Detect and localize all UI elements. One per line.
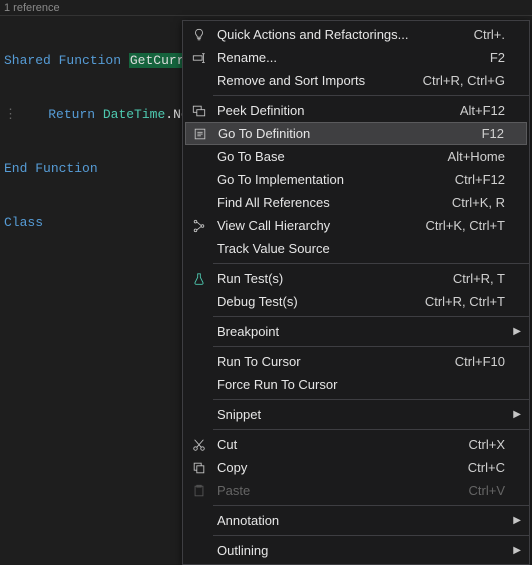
menu-view-call-hierarchy[interactable]: View Call Hierarchy Ctrl+K, Ctrl+T [183,214,529,237]
menu-copy[interactable]: Copy Ctrl+C [183,456,529,479]
menu-annotation[interactable]: Annotation ▶ [183,509,529,532]
menu-shortcut: Ctrl+R, Ctrl+T [413,294,505,309]
menu-run-to-cursor[interactable]: Run To Cursor Ctrl+F10 [183,350,529,373]
menu-label: Track Value Source [211,241,505,256]
menu-force-run-to-cursor[interactable]: Force Run To Cursor [183,373,529,396]
menu-label: Annotation [211,513,505,528]
menu-label: Run Test(s) [211,271,441,286]
menu-label: Run To Cursor [211,354,443,369]
lightbulb-icon [187,28,211,42]
menu-track-value-source[interactable]: Track Value Source [183,237,529,260]
peek-icon [187,104,211,118]
menu-label: Force Run To Cursor [211,377,505,392]
menu-label: Go To Base [211,149,436,164]
menu-shortcut: Ctrl+. [462,27,505,42]
copy-icon [187,461,211,475]
submenu-arrow-icon: ▶ [513,326,521,337]
scissors-icon [187,438,211,452]
menu-outlining[interactable]: Outlining ▶ [183,539,529,562]
submenu-arrow-icon: ▶ [513,545,521,556]
menu-separator [213,535,529,536]
paste-icon [187,484,211,498]
menu-peek-definition[interactable]: Peek Definition Alt+F12 [183,99,529,122]
menu-cut[interactable]: Cut Ctrl+X [183,433,529,456]
menu-shortcut: Ctrl+R, Ctrl+G [411,73,505,88]
menu-shortcut: Ctrl+V [457,483,505,498]
menu-label: Snippet [211,407,505,422]
menu-goto-base[interactable]: Go To Base Alt+Home [183,145,529,168]
context-menu: Quick Actions and Refactorings... Ctrl+.… [182,20,530,565]
menu-separator [213,399,529,400]
menu-label: Rename... [211,50,478,65]
codelens-references[interactable]: 1 reference [0,0,532,16]
code-editor[interactable]: 1 reference Shared Function GetCurrentDa… [0,0,532,535]
submenu-arrow-icon: ▶ [513,409,521,420]
menu-find-all-references[interactable]: Find All References Ctrl+K, R [183,191,529,214]
menu-shortcut: Ctrl+X [457,437,505,452]
menu-separator [213,505,529,506]
menu-label: Peek Definition [211,103,448,118]
menu-snippet[interactable]: Snippet ▶ [183,403,529,426]
beaker-icon [187,272,211,286]
menu-label: Remove and Sort Imports [211,73,411,88]
submenu-arrow-icon: ▶ [513,515,521,526]
menu-goto-implementation[interactable]: Go To Implementation Ctrl+F12 [183,168,529,191]
menu-separator [213,263,529,264]
menu-label: Go To Implementation [211,172,443,187]
menu-label: Quick Actions and Refactorings... [211,27,462,42]
menu-breakpoint[interactable]: Breakpoint ▶ [183,320,529,343]
menu-label: Outlining [211,543,505,558]
menu-label: Copy [211,460,456,475]
menu-shortcut: Alt+Home [436,149,505,164]
menu-shortcut: Ctrl+K, R [440,195,505,210]
menu-label: Cut [211,437,457,452]
menu-separator [213,346,529,347]
menu-shortcut: Ctrl+F12 [443,172,505,187]
menu-rename[interactable]: Rename... F2 [183,46,529,69]
menu-label: Go To Definition [212,126,470,141]
rename-icon [187,51,211,65]
menu-shortcut: Ctrl+K, Ctrl+T [414,218,505,233]
hierarchy-icon [187,219,211,233]
menu-label: Find All References [211,195,440,210]
menu-separator [213,429,529,430]
menu-shortcut: F2 [478,50,505,65]
menu-separator [213,95,529,96]
menu-label: Debug Test(s) [211,294,413,309]
menu-label: View Call Hierarchy [211,218,414,233]
menu-label: Breakpoint [211,324,505,339]
menu-remove-sort-imports[interactable]: Remove and Sort Imports Ctrl+R, Ctrl+G [183,69,529,92]
definition-icon [188,127,212,141]
menu-shortcut: Ctrl+F10 [443,354,505,369]
menu-shortcut: Alt+F12 [448,103,505,118]
menu-shortcut: Ctrl+C [456,460,505,475]
menu-run-tests[interactable]: Run Test(s) Ctrl+R, T [183,267,529,290]
menu-quick-actions[interactable]: Quick Actions and Refactorings... Ctrl+. [183,23,529,46]
menu-goto-definition[interactable]: Go To Definition F12 [185,122,527,145]
menu-separator [213,316,529,317]
menu-debug-tests[interactable]: Debug Test(s) Ctrl+R, Ctrl+T [183,290,529,313]
menu-shortcut: Ctrl+R, T [441,271,505,286]
menu-paste: Paste Ctrl+V [183,479,529,502]
menu-label: Paste [211,483,457,498]
menu-shortcut: F12 [470,126,504,141]
